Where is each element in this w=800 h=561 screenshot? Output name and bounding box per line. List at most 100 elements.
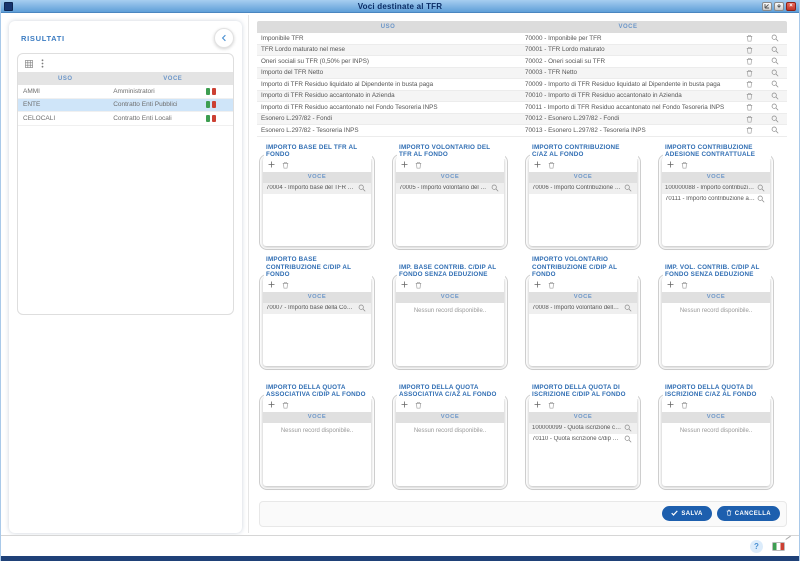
magnifier-icon[interactable] <box>762 34 787 42</box>
magnifier-icon[interactable] <box>622 304 634 312</box>
magnifier-icon[interactable] <box>622 435 634 443</box>
trash-icon <box>726 509 732 518</box>
trash-icon[interactable] <box>681 401 688 409</box>
trash-icon[interactable] <box>737 126 762 134</box>
plus-icon[interactable] <box>534 281 541 288</box>
magnifier-icon[interactable] <box>762 92 787 100</box>
results-table-row[interactable]: AMMI Amministratori <box>18 85 233 99</box>
plus-icon[interactable] <box>667 281 674 288</box>
card-row[interactable]: 70004 - Importo base del TFR da ... <box>263 183 371 194</box>
plus-icon[interactable] <box>401 281 408 288</box>
trash-icon[interactable] <box>737 115 762 123</box>
plus-icon[interactable] <box>534 161 541 168</box>
close-icon[interactable]: × <box>786 2 796 11</box>
collapse-panel-button[interactable] <box>214 28 234 48</box>
kebab-menu-icon[interactable] <box>41 59 44 68</box>
green-indicator-icon <box>206 115 211 122</box>
trash-icon[interactable] <box>548 281 555 289</box>
row-uso: AMMI <box>23 88 113 95</box>
magnifier-icon[interactable] <box>622 424 634 432</box>
magnifier-icon[interactable] <box>762 103 787 111</box>
column-header-voce: VOCE <box>396 172 504 183</box>
status-indicators <box>206 101 217 108</box>
table-row[interactable]: Esonero L.297/82 - Fondi 70012 - Esonero… <box>257 114 787 126</box>
trash-icon[interactable] <box>737 80 762 88</box>
card-row[interactable]: 70006 - Importo Contribuzione c/... <box>529 183 637 194</box>
trash-icon[interactable] <box>737 57 762 65</box>
magnifier-icon[interactable] <box>762 46 787 54</box>
table-row[interactable]: Importo di TFR Residuo accantonato in Az… <box>257 91 787 103</box>
dialog-titlebar[interactable]: Voci destinate al TFR × <box>1 0 799 13</box>
trash-icon[interactable] <box>282 401 289 409</box>
table-grid-icon[interactable] <box>25 60 33 68</box>
magnifier-icon[interactable] <box>762 57 787 65</box>
magnifier-icon[interactable] <box>755 195 767 203</box>
plus-icon[interactable] <box>268 401 275 408</box>
row-voce: 100000088 - Importo contribuzio... <box>665 185 755 191</box>
card-rows: 100000088 - Importo contribuzio... 70111… <box>662 183 770 205</box>
magnifier-icon[interactable] <box>489 184 501 192</box>
trash-icon[interactable] <box>548 401 555 409</box>
help-icon[interactable]: ? <box>750 540 763 553</box>
table-row[interactable]: Imponibile TFR 70000 - Imponibile per TF… <box>257 33 787 45</box>
card-rows: Nessun record disponibile.. <box>396 423 504 434</box>
plus-icon[interactable] <box>268 161 275 168</box>
trash-icon[interactable] <box>737 46 762 54</box>
italian-flag-icon[interactable] <box>772 542 785 551</box>
plus-icon[interactable] <box>268 281 275 288</box>
taskbar-strip <box>1 556 799 561</box>
plus-icon[interactable] <box>667 401 674 408</box>
card-row[interactable]: 100000088 - Importo contribuzio... <box>662 183 770 194</box>
card-row[interactable]: 70008 - Importo volontario della ... <box>529 303 637 314</box>
card-row[interactable]: 100000099 - Quota iscrizione c/d... <box>529 423 637 434</box>
row-voce: 100000099 - Quota iscrizione c/d... <box>532 425 622 431</box>
table-row[interactable]: Importo di TFR Residuo accantonato nel F… <box>257 102 787 114</box>
card-row[interactable]: 70110 - Quota iscrizione c/dip Fo... <box>529 434 637 445</box>
trash-icon[interactable] <box>737 92 762 100</box>
green-indicator-icon <box>206 101 211 108</box>
plus-icon[interactable] <box>667 161 674 168</box>
card-toolbar <box>662 157 770 172</box>
save-button[interactable]: SALVA <box>662 506 711 521</box>
trash-icon[interactable] <box>282 281 289 289</box>
trash-icon[interactable] <box>415 401 422 409</box>
results-table-row[interactable]: ENTE Contratto Enti Pubblici <box>18 99 233 113</box>
red-indicator-icon <box>212 115 217 122</box>
magnifier-icon[interactable] <box>755 184 767 192</box>
trash-icon[interactable] <box>415 161 422 169</box>
table-row[interactable]: Oneri sociali su TFR (0,50% per INPS) 70… <box>257 56 787 68</box>
row-voce: 70004 - Importo base del TFR da ... <box>266 185 356 191</box>
fund-card: IMPORTO VOLONTARIO CONTRIBUZIONE C/DIP A… <box>525 260 641 370</box>
results-table-row[interactable]: CELOCALI Contratto Enti Locali <box>18 112 233 126</box>
plus-icon[interactable] <box>401 401 408 408</box>
cancel-button[interactable]: CANCELLA <box>717 506 780 521</box>
magnifier-icon[interactable] <box>356 304 368 312</box>
magnifier-icon[interactable] <box>762 80 787 88</box>
magnifier-icon[interactable] <box>762 126 787 134</box>
results-panel-header: RISULTATI <box>9 21 242 53</box>
card-row[interactable]: 70111 - Importo contribuzione ad... <box>662 194 770 205</box>
trash-icon[interactable] <box>737 103 762 111</box>
trash-icon[interactable] <box>282 161 289 169</box>
trash-icon[interactable] <box>681 281 688 289</box>
minimize-icon[interactable] <box>774 2 784 11</box>
card-row[interactable]: 70005 - Importo volontario del TF... <box>396 183 504 194</box>
magnifier-icon[interactable] <box>762 69 787 77</box>
card-toolbar <box>396 277 504 292</box>
trash-icon[interactable] <box>415 281 422 289</box>
table-row[interactable]: TFR Lordo maturato nel mese 70001 - TFR … <box>257 45 787 57</box>
restore-icon[interactable] <box>762 2 772 11</box>
magnifier-icon[interactable] <box>356 184 368 192</box>
trash-icon[interactable] <box>548 161 555 169</box>
card-row[interactable]: 70007 - Importo base della Contri... <box>263 303 371 314</box>
table-row[interactable]: Esonero L.297/82 - Tesoreria INPS 70013 … <box>257 125 787 137</box>
trash-icon[interactable] <box>737 34 762 42</box>
magnifier-icon[interactable] <box>622 184 634 192</box>
trash-icon[interactable] <box>737 69 762 77</box>
trash-icon[interactable] <box>681 161 688 169</box>
table-row[interactable]: Importo di TFR Residuo liquidato al Dipe… <box>257 79 787 91</box>
table-row[interactable]: Importo del TFR Netto 70003 - TFR Netto <box>257 68 787 80</box>
plus-icon[interactable] <box>401 161 408 168</box>
plus-icon[interactable] <box>534 401 541 408</box>
magnifier-icon[interactable] <box>762 115 787 123</box>
